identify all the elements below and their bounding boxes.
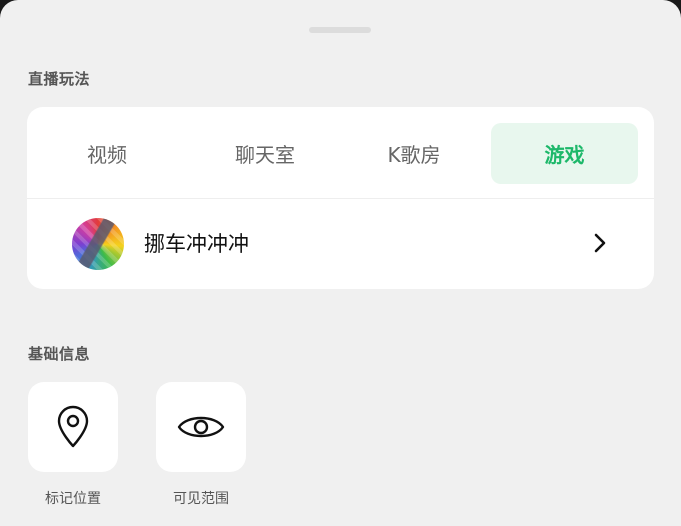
drag-handle[interactable] — [309, 27, 371, 33]
game-name: 挪车冲冲冲 — [144, 232, 249, 256]
tab-chat-room[interactable]: 聊天室 — [195, 123, 335, 184]
location-pin-icon — [57, 405, 89, 448]
tab-video[interactable]: 视频 — [37, 123, 177, 184]
live-mode-card: 视频 聊天室 K歌房 游戏 挪车冲冲冲 — [27, 107, 654, 289]
eye-icon — [177, 416, 225, 438]
section-title-live-modes: 直播玩法 — [28, 70, 91, 88]
tab-game[interactable]: 游戏 — [491, 123, 638, 184]
bottom-sheet: 直播玩法 视频 聊天室 K歌房 游戏 挪车冲冲冲 基础信息 标记位置 可见范围 — [0, 0, 681, 526]
mark-location-button[interactable] — [28, 382, 118, 472]
visibility-label: 可见范围 — [173, 491, 229, 507]
section-title-basic-info: 基础信息 — [28, 345, 91, 363]
mark-location-label: 标记位置 — [45, 491, 101, 507]
tab-karaoke[interactable]: K歌房 — [344, 123, 484, 184]
live-mode-tabs: 视频 聊天室 K歌房 游戏 — [27, 107, 654, 198]
visibility-button[interactable] — [156, 382, 246, 472]
game-cover-image — [72, 218, 124, 270]
selected-game-row[interactable]: 挪车冲冲冲 — [27, 199, 654, 289]
chevron-right-icon — [594, 233, 606, 253]
